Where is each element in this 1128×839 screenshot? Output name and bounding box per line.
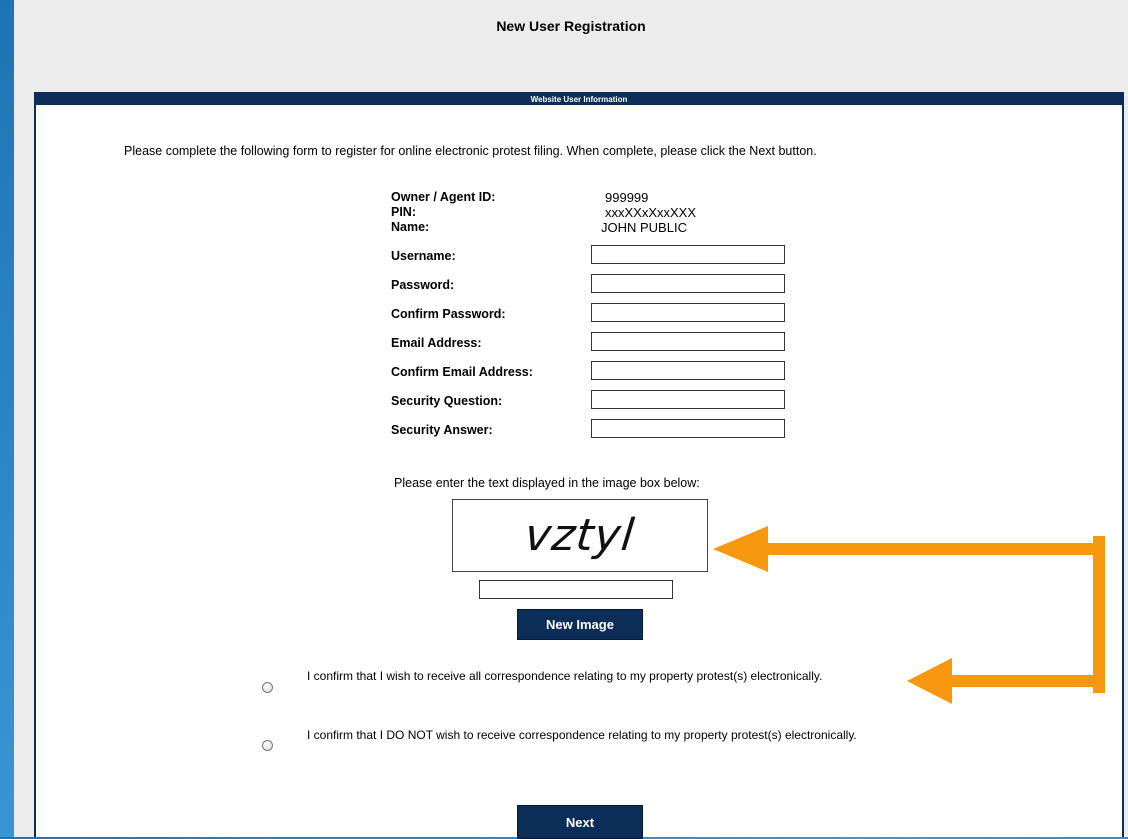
intro-text: Please complete the following form to re… [124, 144, 817, 158]
security-question-input[interactable] [591, 390, 785, 409]
page-title: New User Registration [496, 18, 646, 34]
name-label: Name: [391, 220, 430, 234]
email-input[interactable] [591, 332, 785, 351]
security-question-label: Security Question: [391, 394, 503, 408]
captcha-image-text: vztyl [522, 510, 638, 561]
next-button[interactable]: Next [517, 805, 643, 839]
password-input[interactable] [591, 274, 785, 293]
password-label: Password: [391, 278, 455, 292]
owner-agent-value: 999999 [605, 190, 649, 205]
captcha-image: vztyl [452, 499, 708, 572]
confirm-email-input[interactable] [591, 361, 785, 380]
name-value: JOHN PUBLIC [601, 220, 687, 235]
captcha-prompt: Please enter the text displayed in the i… [394, 476, 700, 490]
consent-no-radio[interactable] [262, 740, 273, 751]
confirm-password-label: Confirm Password: [391, 307, 506, 321]
captcha-input[interactable] [479, 580, 673, 599]
email-label: Email Address: [391, 336, 482, 350]
username-label: Username: [391, 249, 456, 263]
consent-yes-text: I confirm that I wish to receive all cor… [307, 669, 823, 683]
panel-header: Website User Information [36, 94, 1122, 105]
consent-no-text: I confirm that I DO NOT wish to receive … [307, 728, 857, 742]
page-frame: New User Registration Website User Infor… [14, 0, 1128, 839]
confirm-email-label: Confirm Email Address: [391, 365, 533, 379]
pin-label: PIN: [391, 205, 416, 219]
consent-yes-radio[interactable] [262, 682, 273, 693]
security-answer-input[interactable] [591, 419, 785, 438]
registration-panel: Website User Information Please complete… [34, 92, 1124, 839]
owner-agent-label: Owner / Agent ID: [391, 190, 496, 204]
new-image-button[interactable]: New Image [517, 609, 643, 640]
username-input[interactable] [591, 245, 785, 264]
confirm-password-input[interactable] [591, 303, 785, 322]
pin-value: xxxXXxXxxXXX [605, 205, 697, 220]
security-answer-label: Security Answer: [391, 423, 493, 437]
